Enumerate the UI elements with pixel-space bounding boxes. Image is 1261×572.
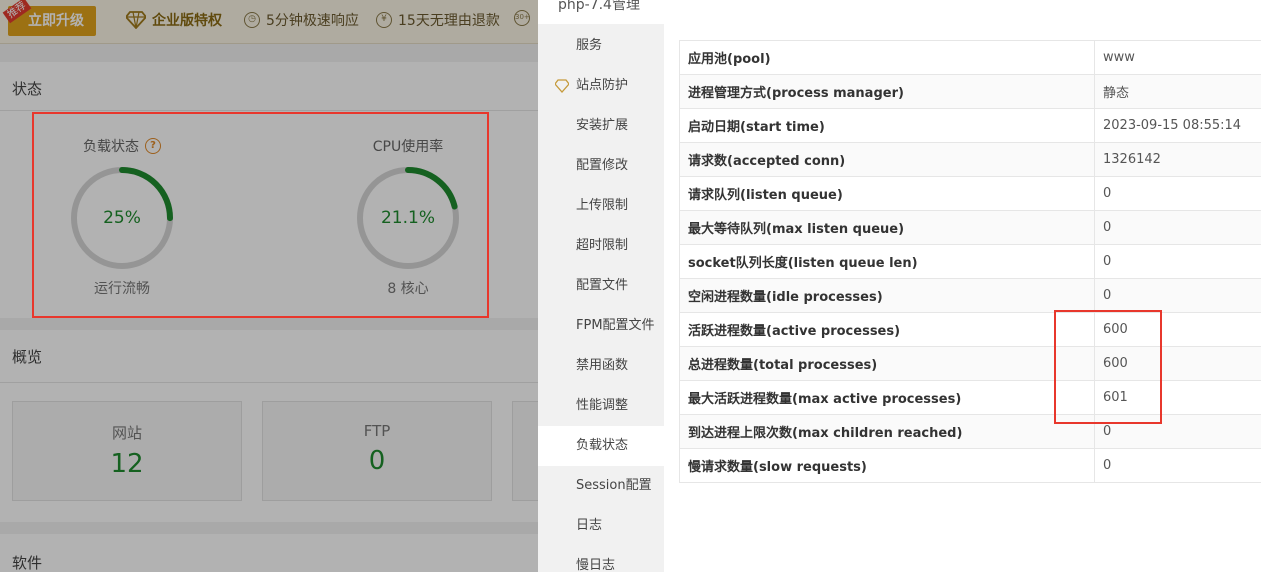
nav-item-label: 配置修改 — [576, 158, 629, 173]
row-key: 最大等待队列(max listen queue) — [679, 210, 1095, 245]
row-value: 0 — [1094, 176, 1261, 211]
row-key: 活跃进程数量(active processes) — [679, 312, 1095, 347]
nav-item-label: 超时限制 — [576, 238, 629, 253]
nav-item-label: Session配置 — [576, 478, 652, 493]
row-key: 到达进程上限次数(max children reached) — [679, 414, 1095, 449]
nav-item-label: 服务 — [576, 38, 603, 53]
nav-item-config-file[interactable]: 配置文件 — [538, 266, 664, 306]
table-row: 请求队列(listen queue) 0 — [679, 176, 1261, 211]
nav-item-config-modify[interactable]: 配置修改 — [538, 146, 664, 186]
row-value: 0 — [1094, 448, 1261, 483]
row-key: 启动日期(start time) — [679, 108, 1095, 143]
table-row: 请求数(accepted conn) 1326142 — [679, 142, 1261, 177]
nav-item-fpm-config[interactable]: FPM配置文件 — [538, 306, 664, 346]
table-row: 最大等待队列(max listen queue) 0 — [679, 210, 1261, 245]
status-highlight-box — [32, 112, 489, 318]
row-key: 请求队列(listen queue) — [679, 176, 1095, 211]
nav-item-label: 上传限制 — [576, 198, 629, 213]
nav-item-label: 站点防护 — [576, 78, 629, 93]
row-value: 0 — [1094, 210, 1261, 245]
nav-item-label: 安装扩展 — [576, 118, 629, 133]
nav-item-load-status[interactable]: 负载状态 — [538, 426, 664, 466]
row-key: socket队列长度(listen queue len) — [679, 244, 1095, 279]
nav-item-upload-limit[interactable]: 上传限制 — [538, 186, 664, 226]
nav-item-label: 禁用函数 — [576, 358, 629, 373]
row-key: 慢请求数量(slow requests) — [679, 448, 1095, 483]
nav-item-label: 负载状态 — [576, 438, 629, 453]
dialog-sidebar: 服务 站点防护 安装扩展 配置修改 上传限制 超时限制 配置文件 FPM配置文件… — [538, 24, 664, 572]
table-row: 最大活跃进程数量(max active processes) 601 — [679, 380, 1261, 415]
diamond-icon — [555, 79, 569, 93]
nav-item-label: FPM配置文件 — [576, 318, 655, 333]
nav-item-label: 性能调整 — [576, 398, 629, 413]
fpm-status-table: 应用池(pool) www 进程管理方式(process manager) 静态 启动日… — [679, 40, 1261, 483]
php-manager-dialog: php-7.4管理 服务 站点防护 安装扩展 配置修改 上传限制 超时限制 配置… — [538, 0, 1261, 572]
row-key: 请求数(accepted conn) — [679, 142, 1095, 177]
nav-item-label: 慢日志 — [576, 558, 616, 572]
row-key: 进程管理方式(process manager) — [679, 74, 1095, 109]
row-value: 1326142 — [1094, 142, 1261, 177]
nav-item-disabled-functions[interactable]: 禁用函数 — [538, 346, 664, 386]
nav-item-install-extension[interactable]: 安装扩展 — [538, 106, 664, 146]
row-key: 总进程数量(total processes) — [679, 346, 1095, 381]
row-value: 静态 — [1094, 74, 1261, 109]
table-row: 活跃进程数量(active processes) 600 — [679, 312, 1261, 347]
table-row: 总进程数量(total processes) 600 — [679, 346, 1261, 381]
row-value: www — [1094, 40, 1261, 75]
nav-item-log[interactable]: 日志 — [538, 506, 664, 546]
nav-item-slow-log[interactable]: 慢日志 — [538, 546, 664, 572]
table-row: 慢请求数量(slow requests) 0 — [679, 448, 1261, 483]
process-highlight-box — [1054, 310, 1162, 424]
nav-item-timeout-limit[interactable]: 超时限制 — [538, 226, 664, 266]
row-key: 空闲进程数量(idle processes) — [679, 278, 1095, 313]
nav-item-label: 日志 — [576, 518, 603, 533]
table-row: 到达进程上限次数(max children reached) 0 — [679, 414, 1261, 449]
row-key: 最大活跃进程数量(max active processes) — [679, 380, 1095, 415]
row-key: 应用池(pool) — [679, 40, 1095, 75]
row-value: 0 — [1094, 278, 1261, 313]
nav-item-label: 配置文件 — [576, 278, 629, 293]
table-row: 空闲进程数量(idle processes) 0 — [679, 278, 1261, 313]
row-value: 0 — [1094, 244, 1261, 279]
nav-item-service[interactable]: 服务 — [538, 26, 664, 66]
nav-item-performance[interactable]: 性能调整 — [538, 386, 664, 426]
table-row: 进程管理方式(process manager) 静态 — [679, 74, 1261, 109]
table-row: socket队列长度(listen queue len) 0 — [679, 244, 1261, 279]
table-row: 启动日期(start time) 2023-09-15 08:55:14 — [679, 108, 1261, 143]
nav-item-site-protection[interactable]: 站点防护 — [538, 66, 664, 106]
load-status-content: 应用池(pool) www 进程管理方式(process manager) 静态 启动日… — [664, 24, 1261, 572]
row-value: 2023-09-15 08:55:14 — [1094, 108, 1261, 143]
nav-item-session-config[interactable]: Session配置 — [538, 466, 664, 506]
table-row: 应用池(pool) www — [679, 40, 1261, 75]
dialog-title: php-7.4管理 — [558, 0, 640, 13]
